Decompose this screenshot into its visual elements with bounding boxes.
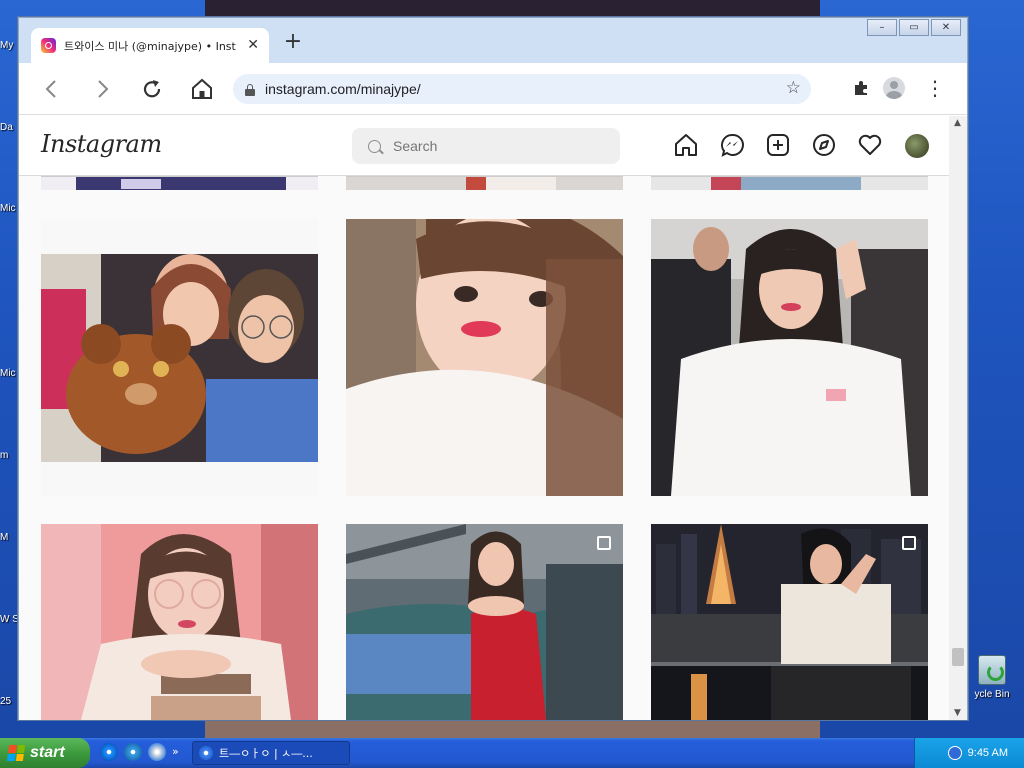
recycle-bin-label: ycle Bin	[974, 689, 1010, 700]
windows-logo-icon	[6, 745, 26, 761]
desktop-icon-label[interactable]: M	[0, 532, 8, 543]
browser-profile-icon[interactable]	[883, 77, 905, 99]
minimize-button[interactable]: –	[867, 19, 897, 36]
internet-explorer-icon[interactable]	[100, 743, 118, 761]
instagram-page: Instagram	[19, 116, 949, 720]
activity-heart-icon[interactable]	[857, 132, 883, 158]
home-icon	[192, 78, 212, 99]
browser-tab[interactable]: 트와이스 미나 (@minajype) • Instag ✕	[31, 28, 269, 63]
desktop-icon-label[interactable]: My	[0, 40, 13, 51]
scroll-down-arrow-icon[interactable]: ▼	[954, 708, 961, 718]
clock[interactable]: 9:45 AM	[968, 747, 1008, 759]
post-thumbnail[interactable]	[346, 219, 623, 496]
desktop-icon-label[interactable]: Mic	[0, 203, 16, 214]
post-thumbnail[interactable]	[651, 524, 928, 720]
new-tab-button[interactable]: +	[281, 30, 305, 54]
post-thumbnail[interactable]	[41, 524, 318, 720]
browser-window: 트와이스 미나 (@minajype) • Instag ✕ + – ▭ ✕ i…	[18, 17, 968, 720]
desktop-icon-label[interactable]: Da	[0, 122, 13, 133]
post-thumbnail[interactable]	[651, 176, 928, 190]
window-controls: – ▭ ✕	[867, 19, 961, 36]
home-icon[interactable]	[673, 132, 699, 158]
new-post-icon[interactable]	[765, 132, 791, 158]
taskbar-chrome-button[interactable]: 트―ㅇㅏㅇ | ㅅ―...	[192, 741, 350, 765]
search-input[interactable]	[393, 138, 613, 154]
search-box[interactable]	[352, 128, 620, 164]
reload-icon	[143, 80, 161, 98]
maximize-button[interactable]: ▭	[899, 19, 929, 36]
browser-quicklaunch-icon[interactable]	[124, 743, 142, 761]
url-text: instagram.com/minajype/	[265, 81, 421, 97]
browser-toolbar: instagram.com/minajype/ ☆ ⋮	[19, 63, 967, 115]
desktop-icon-label[interactable]: 25	[0, 696, 11, 707]
scrollbar-thumb[interactable]	[952, 648, 964, 666]
quick-launch: »	[100, 743, 179, 761]
post-thumbnail[interactable]	[41, 219, 318, 496]
start-button[interactable]: start	[0, 738, 90, 768]
extensions-puzzle-icon[interactable]	[851, 79, 871, 99]
recycle-bin[interactable]: ycle Bin	[962, 655, 1022, 700]
page-scrollbar[interactable]: ▲ ▼	[949, 116, 967, 720]
post-thumbnail[interactable]	[651, 219, 928, 496]
instagram-logo[interactable]: Instagram	[41, 130, 162, 158]
tab-strip: 트와이스 미나 (@minajype) • Instag ✕ + – ▭ ✕	[19, 18, 967, 63]
profile-avatar[interactable]	[905, 134, 929, 158]
network-tray-icon[interactable]	[947, 746, 962, 760]
taskbar: start » 트―ㅇㅏㅇ | ㅅ―... 9:45 AM	[0, 738, 1024, 768]
chrome-icon	[199, 746, 213, 760]
browser-menu-icon[interactable]: ⋮	[923, 77, 947, 101]
back-button[interactable]	[39, 76, 65, 102]
tab-title: 트와이스 미나 (@minajype) • Instag	[64, 39, 236, 53]
messenger-icon[interactable]	[719, 132, 745, 158]
instagram-favicon-icon	[41, 38, 56, 53]
desktop-icon-label[interactable]: Mic	[0, 368, 16, 379]
post-thumbnail[interactable]	[41, 176, 318, 190]
reload-button[interactable]	[139, 76, 165, 102]
close-tab-icon[interactable]: ✕	[247, 37, 259, 53]
search-icon	[368, 139, 381, 153]
close-window-button[interactable]: ✕	[931, 19, 961, 36]
carousel-icon	[597, 536, 611, 550]
post-thumbnail[interactable]	[346, 524, 623, 720]
instagram-header: Instagram	[19, 116, 949, 176]
recycle-bin-icon	[978, 655, 1006, 685]
forward-arrow-icon	[98, 80, 109, 98]
lock-icon	[245, 83, 255, 96]
system-tray: 9:45 AM	[914, 738, 1024, 768]
forward-button[interactable]	[89, 76, 115, 102]
quick-launch-more-icon[interactable]: »	[172, 743, 179, 761]
media-player-icon[interactable]	[148, 743, 166, 761]
taskbar-button-label: 트―ㅇㅏㅇ | ㅅ―...	[219, 747, 313, 760]
home-button[interactable]	[189, 76, 215, 102]
post-thumbnail[interactable]	[346, 176, 623, 190]
wallpaper-image	[205, 718, 820, 738]
explore-icon[interactable]	[811, 132, 837, 158]
address-bar[interactable]: instagram.com/minajype/ ☆	[233, 74, 811, 104]
scroll-up-arrow-icon[interactable]: ▲	[954, 118, 961, 128]
bookmark-star-icon[interactable]: ☆	[786, 78, 801, 98]
start-label: start	[30, 744, 65, 761]
carousel-icon	[902, 536, 916, 550]
back-arrow-icon	[45, 80, 56, 98]
desktop-icon-label[interactable]: m	[0, 450, 8, 461]
